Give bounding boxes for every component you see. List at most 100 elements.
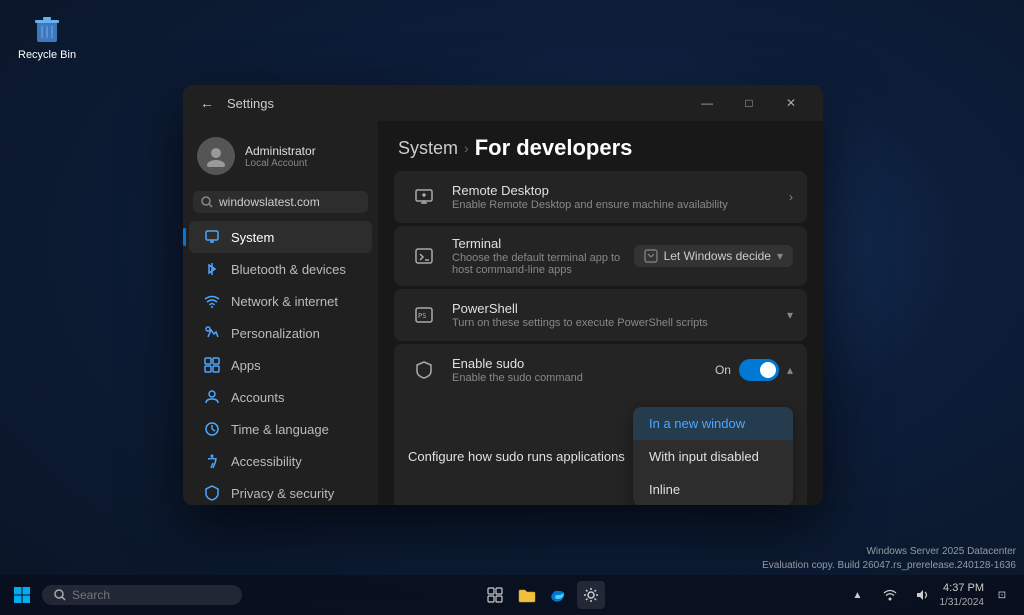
taskbar-search[interactable] (42, 585, 242, 605)
sidebar-item-bluetooth[interactable]: Bluetooth & devices (189, 253, 372, 285)
clock-date: 1/31/2024 (940, 596, 985, 609)
sidebar-item-network[interactable]: Network & internet (189, 285, 372, 317)
terminal-select-icon (644, 249, 658, 263)
terminal-select-value: Let Windows decide (664, 249, 771, 263)
sudo-expanded-section: Configure how sudo runs applications In … (394, 393, 807, 505)
user-type: Local Account (245, 158, 316, 169)
remote-desktop-chevron: › (789, 190, 793, 204)
remote-desktop-title: Remote Desktop (452, 183, 789, 198)
recycle-bin-label: Recycle Bin (18, 49, 76, 61)
edge-icon (550, 586, 568, 604)
clock-area[interactable]: 4:37 PM 1/31/2024 (940, 581, 985, 608)
sidebar-item-time[interactable]: Time & language (189, 413, 372, 445)
sudo-configure-dropdown[interactable]: In a new window With input disabled Inli… (633, 407, 793, 505)
recycle-bin-icon (29, 10, 65, 46)
search-icon (201, 196, 213, 208)
search-input[interactable] (219, 195, 360, 209)
user-name: Administrator (245, 144, 316, 158)
watermark-line1: Windows Server 2025 Datacenter (762, 545, 1016, 559)
setting-remote-desktop[interactable]: Remote Desktop Enable Remote Desktop and… (394, 171, 807, 223)
powershell-icon: PS (408, 299, 440, 331)
powershell-title: PowerShell (452, 301, 787, 316)
content-header: System › For developers (378, 121, 823, 171)
user-section: Administrator Local Account (183, 129, 378, 187)
dropdown-option-inline[interactable]: Inline (633, 473, 793, 505)
powershell-chevron: ▾ (787, 308, 793, 322)
setting-terminal[interactable]: Terminal Choose the default terminal app… (394, 226, 807, 286)
file-explorer-button[interactable] (513, 581, 541, 609)
accounts-icon (203, 388, 221, 406)
taskbar: ▲ 4:37 PM 1/31/2024 ⊡ (0, 575, 1024, 615)
sidebar-item-accounts[interactable]: Accounts (189, 381, 372, 413)
network-tray-icon[interactable] (876, 581, 904, 609)
setting-powershell[interactable]: PS PowerShell Turn on these settings to … (394, 289, 807, 341)
clock-time: 4:37 PM (940, 581, 985, 595)
sidebar-item-bluetooth-label: Bluetooth & devices (231, 262, 346, 277)
terminal-control[interactable]: Let Windows decide ▾ (634, 245, 793, 267)
close-button[interactable]: ✕ (771, 89, 811, 117)
tray-chevron[interactable]: ▲ (844, 581, 872, 609)
sidebar-item-accessibility[interactable]: Accessibility (189, 445, 372, 477)
sidebar-item-privacy[interactable]: Privacy & security (189, 477, 372, 505)
window-controls: — □ ✕ (687, 89, 811, 117)
terminal-info: Terminal Choose the default terminal app… (452, 236, 634, 276)
sudo-desc: Enable the sudo command (452, 372, 715, 384)
window-title: Settings (227, 96, 687, 111)
sudo-control: On ▴ (715, 359, 793, 381)
maximize-button[interactable]: □ (729, 89, 769, 117)
avatar (197, 137, 235, 175)
sidebar-search-box[interactable] (193, 191, 368, 213)
sidebar-item-network-label: Network & internet (231, 294, 338, 309)
sudo-icon (408, 354, 440, 386)
terminal-title: Terminal (452, 236, 634, 251)
powershell-desc: Turn on these settings to execute PowerS… (452, 317, 787, 329)
volume-icon (915, 588, 929, 602)
breadcrumb-arrow: › (464, 140, 469, 156)
taskbar-search-input[interactable] (72, 588, 212, 602)
sidebar-item-system[interactable]: System (189, 221, 372, 253)
settings-window: ← Settings — □ ✕ Administrator Local Ac (183, 85, 823, 505)
sidebar-item-system-label: System (231, 230, 274, 245)
settings-taskbar-button[interactable] (577, 581, 605, 609)
sudo-toggle-label: On (715, 363, 731, 377)
settings-taskbar-icon (583, 587, 599, 603)
terminal-select[interactable]: Let Windows decide ▾ (634, 245, 793, 267)
volume-tray-icon[interactable] (908, 581, 936, 609)
sidebar-item-privacy-label: Privacy & security (231, 486, 334, 501)
privacy-icon (203, 484, 221, 502)
setting-enable-sudo[interactable]: Enable sudo Enable the sudo command On ▴ (394, 344, 807, 396)
sudo-toggle[interactable] (739, 359, 779, 381)
breadcrumb-current: For developers (475, 135, 633, 161)
notification-button[interactable]: ⊡ (988, 581, 1016, 609)
windows-logo-icon (13, 586, 31, 604)
start-button[interactable] (8, 581, 36, 609)
svg-text:PS: PS (418, 312, 426, 320)
terminal-desc: Choose the default terminal app to host … (452, 252, 634, 276)
sidebar-item-apps[interactable]: Apps (189, 349, 372, 381)
network-icon (203, 292, 221, 310)
edge-button[interactable] (545, 581, 573, 609)
minimize-button[interactable]: — (687, 89, 727, 117)
dropdown-option-new-window[interactable]: In a new window (633, 407, 793, 440)
recycle-bin[interactable]: Recycle Bin (18, 10, 76, 61)
remote-desktop-desc: Enable Remote Desktop and ensure machine… (452, 199, 789, 211)
task-view-icon (487, 587, 503, 603)
sudo-configure-row: Configure how sudo runs applications In … (408, 401, 793, 505)
sidebar: Administrator Local Account (183, 121, 378, 505)
sudo-info: Enable sudo Enable the sudo command (452, 356, 715, 384)
sidebar-item-accounts-label: Accounts (231, 390, 284, 405)
terminal-icon (408, 240, 440, 272)
dropdown-option-input-disabled[interactable]: With input disabled (633, 440, 793, 473)
settings-list: Remote Desktop Enable Remote Desktop and… (378, 171, 823, 505)
remote-desktop-control: › (789, 190, 793, 204)
sudo-configure-dropdown-wrapper: In a new window With input disabled Inli… (633, 407, 793, 505)
sidebar-item-personalization[interactable]: Personalization (189, 317, 372, 349)
powershell-control: ▾ (787, 308, 793, 322)
bluetooth-icon (203, 260, 221, 278)
powershell-info: PowerShell Turn on these settings to exe… (452, 301, 787, 329)
watermark: Windows Server 2025 Datacenter Evaluatio… (762, 545, 1016, 573)
sudo-title: Enable sudo (452, 356, 715, 371)
window-back-button[interactable]: ← (195, 91, 219, 115)
sidebar-item-personalization-label: Personalization (231, 326, 320, 341)
task-view-button[interactable] (481, 581, 509, 609)
